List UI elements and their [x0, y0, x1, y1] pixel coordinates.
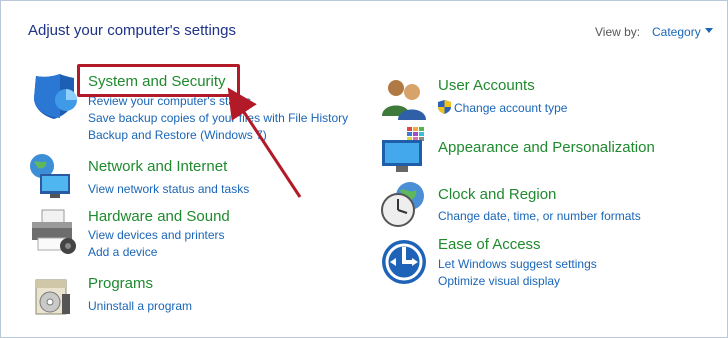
link-add-device[interactable]: Add a device — [88, 245, 157, 259]
link-backup-restore[interactable]: Backup and Restore (Windows 7) — [88, 128, 267, 142]
view-by-dropdown[interactable]: Category — [652, 25, 701, 39]
highlight-box — [77, 64, 240, 97]
programs-icon — [32, 272, 80, 320]
category-title-network-internet[interactable]: Network and Internet — [88, 158, 227, 175]
network-icon — [28, 152, 76, 200]
link-network-status[interactable]: View network status and tasks — [88, 182, 249, 196]
monitor-icon — [380, 126, 428, 174]
uac-shield-icon — [438, 100, 451, 114]
link-file-history[interactable]: Save backup copies of your files with Fi… — [88, 111, 348, 125]
printer-icon — [28, 208, 76, 256]
view-by-label: View by: — [595, 25, 641, 39]
category-title-programs[interactable]: Programs — [88, 275, 153, 292]
category-title-hardware-sound[interactable]: Hardware and Sound — [88, 208, 230, 225]
link-uninstall-program[interactable]: Uninstall a program — [88, 299, 192, 313]
shield-icon — [30, 72, 78, 120]
category-title-ease-of-access[interactable]: Ease of Access — [438, 236, 541, 253]
chevron-down-icon[interactable] — [705, 28, 713, 33]
ease-of-access-icon — [382, 238, 430, 286]
category-title-clock-region[interactable]: Clock and Region — [438, 186, 556, 203]
link-date-time-formats[interactable]: Change date, time, or number formats — [438, 209, 641, 223]
category-title-user-accounts[interactable]: User Accounts — [438, 77, 535, 94]
page-title: Adjust your computer's settings — [28, 22, 236, 39]
link-devices-printers[interactable]: View devices and printers — [88, 228, 225, 242]
link-windows-suggest-settings[interactable]: Let Windows suggest settings — [438, 257, 597, 271]
clock-icon — [380, 180, 428, 228]
link-optimize-visual-display[interactable]: Optimize visual display — [438, 274, 560, 288]
category-title-appearance[interactable]: Appearance and Personalization — [438, 139, 655, 156]
link-change-account-type[interactable]: Change account type — [454, 101, 567, 115]
users-icon — [380, 74, 428, 122]
